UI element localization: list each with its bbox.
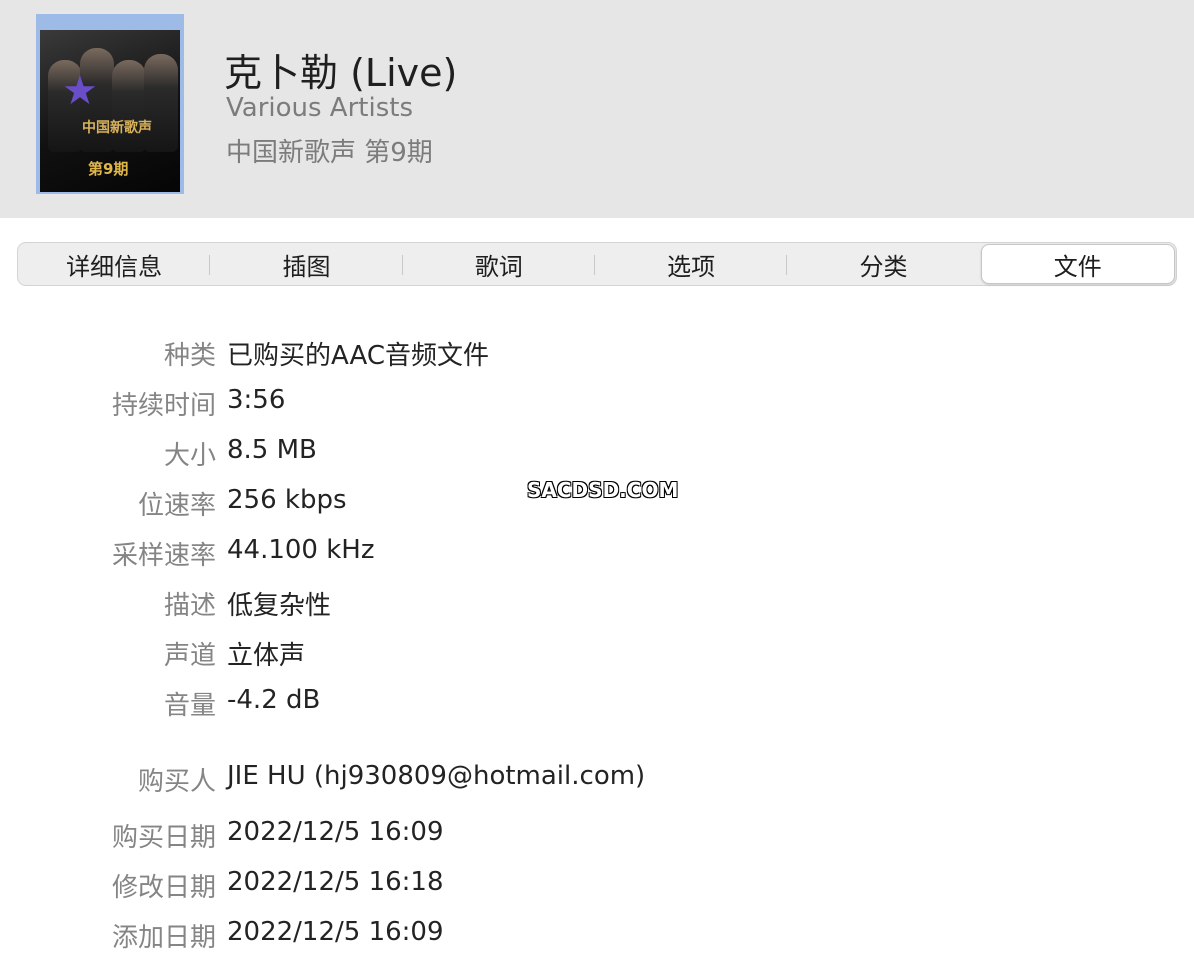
- detail-label: 种类: [163, 341, 216, 371]
- detail-value: -4.2 dB: [227, 685, 321, 715]
- detail-value: 低复杂性: [227, 591, 332, 621]
- watermark: SACDSD.COM: [527, 478, 679, 502]
- detail-row-kind: 种类 已购买的AAC音频文件: [0, 335, 1194, 375]
- song-title: 克卜勒 (Live): [224, 51, 458, 95]
- tab-bar: 详细信息 插图 歌词 选项 分类 文件: [17, 242, 1177, 286]
- detail-value: 256 kbps: [227, 485, 347, 515]
- tab-label: 歌词: [474, 252, 523, 281]
- detail-label: 采样速率: [111, 541, 216, 571]
- artwork-figure: [112, 60, 146, 152]
- detail-row-duration: 持续时间 3:56: [0, 385, 1194, 425]
- detail-row-purchased-by: 购买人 JIE HU (hj930809@hotmail.com): [0, 761, 1194, 801]
- detail-label: 大小: [163, 441, 216, 471]
- detail-label: 音量: [163, 691, 216, 721]
- tab-lyrics[interactable]: 歌词: [403, 243, 595, 285]
- detail-value: 2022/12/5 16:09: [227, 817, 444, 847]
- detail-label: 声道: [163, 641, 216, 671]
- detail-row-added-date: 添加日期 2022/12/5 16:09: [0, 917, 1194, 957]
- tab-label: 选项: [667, 252, 716, 281]
- detail-label: 描述: [163, 591, 216, 621]
- detail-value: 已购买的AAC音频文件: [227, 341, 489, 371]
- detail-label: 添加日期: [111, 923, 216, 953]
- detail-value: JIE HU (hj930809@hotmail.com): [227, 761, 646, 791]
- detail-row-volume: 音量 -4.2 dB: [0, 685, 1194, 725]
- tab-artwork[interactable]: 插图: [210, 243, 403, 285]
- detail-label: 购买日期: [111, 823, 216, 853]
- detail-value: 8.5 MB: [227, 435, 317, 465]
- tab-label: 插图: [282, 252, 331, 281]
- detail-label: 购买人: [137, 767, 216, 797]
- artwork-logo: 中国新歌声: [82, 120, 152, 136]
- detail-row-description: 描述 低复杂性: [0, 585, 1194, 625]
- artwork-image: ★ 中国新歌声 第9期: [40, 30, 180, 192]
- tab-label: 文件: [1053, 252, 1102, 281]
- detail-row-sample-rate: 采样速率 44.100 kHz: [0, 535, 1194, 575]
- tab-label: 分类: [859, 252, 908, 281]
- detail-value: 立体声: [227, 641, 306, 671]
- header: ★ 中国新歌声 第9期 克卜勒 (Live) Various Artists 中…: [0, 0, 1194, 218]
- detail-row-size: 大小 8.5 MB: [0, 435, 1194, 475]
- detail-row-channels: 声道 立体声: [0, 635, 1194, 675]
- song-album: 中国新歌声 第9期: [226, 138, 433, 168]
- tab-sorting[interactable]: 分类: [787, 243, 979, 285]
- detail-value: 2022/12/5 16:09: [227, 917, 444, 947]
- detail-row-purchase-date: 购买日期 2022/12/5 16:09: [0, 817, 1194, 857]
- detail-value: 2022/12/5 16:18: [227, 867, 444, 897]
- detail-value: 3:56: [227, 385, 286, 415]
- album-artwork[interactable]: ★ 中国新歌声 第9期: [36, 14, 184, 194]
- tab-label: 详细信息: [66, 252, 163, 281]
- detail-label: 持续时间: [111, 391, 216, 421]
- tab-options[interactable]: 选项: [595, 243, 788, 285]
- detail-label: 修改日期: [111, 873, 216, 903]
- detail-label: 位速率: [137, 491, 216, 521]
- song-artist: Various Artists: [226, 93, 413, 123]
- detail-value: 44.100 kHz: [227, 535, 375, 565]
- star-icon: ★: [62, 68, 98, 114]
- artwork-figure: [144, 54, 178, 152]
- detail-row-modified-date: 修改日期 2022/12/5 16:18: [0, 867, 1194, 907]
- tab-details[interactable]: 详细信息: [18, 243, 211, 285]
- artwork-episode: 第9期: [88, 160, 129, 178]
- tab-file[interactable]: 文件: [980, 244, 1175, 284]
